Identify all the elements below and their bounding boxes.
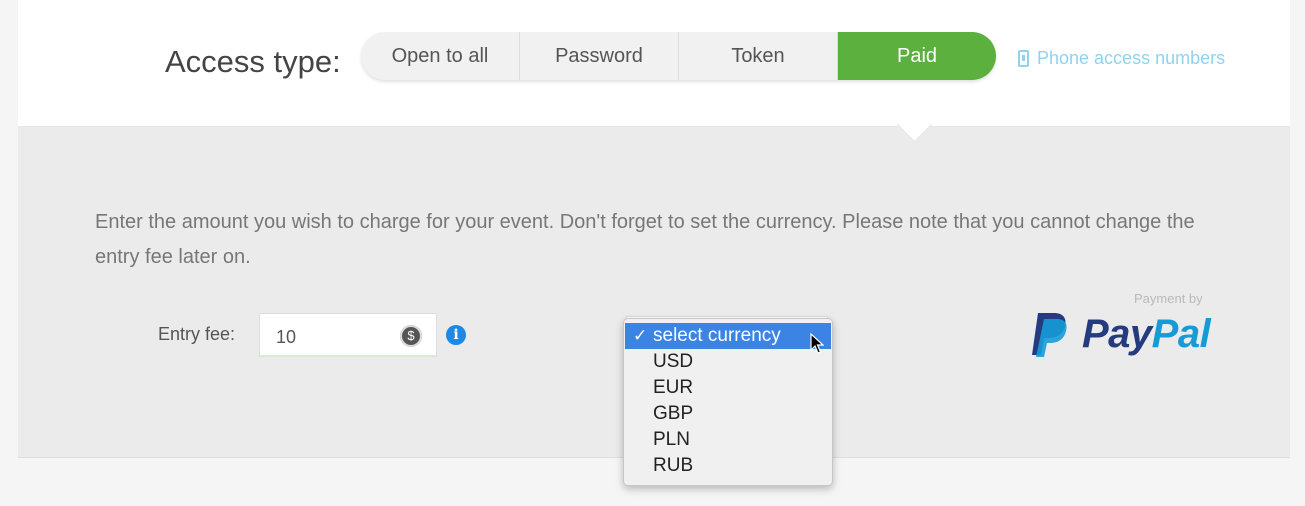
access-option-paid[interactable]: Paid: [838, 32, 996, 80]
currency-option-select[interactable]: ✓ select currency: [625, 323, 831, 349]
currency-option-label: select currency: [653, 325, 781, 346]
checkmark-icon: ✓: [633, 326, 648, 345]
currency-option-pln[interactable]: PLN: [624, 427, 832, 453]
dollar-coin-icon: $: [400, 325, 422, 347]
entry-fee-label: Entry fee:: [158, 324, 236, 344]
currency-option-rub[interactable]: RUB: [624, 453, 832, 479]
currency-option-usd[interactable]: USD: [624, 349, 832, 375]
entry-fee-description: Enter the amount you wish to charge for …: [95, 211, 1195, 268]
access-type-selector: Open to all Password Token Paid: [361, 32, 996, 80]
phone-icon: [1018, 50, 1029, 67]
payment-by-caption: Payment by: [1134, 291, 1203, 306]
info-icon[interactable]: i: [446, 325, 466, 345]
paypal-pay-text: Pay: [1082, 311, 1152, 356]
paypal-wordmark: PayPal: [1082, 311, 1211, 357]
phone-access-numbers-link[interactable]: Phone access numbers: [1018, 48, 1225, 69]
paypal-p-icon: [1030, 311, 1070, 357]
access-option-open[interactable]: Open to all: [361, 32, 520, 80]
currency-option-eur[interactable]: EUR: [624, 375, 832, 401]
access-option-token[interactable]: Token: [679, 32, 838, 80]
entry-fee-field: $: [259, 313, 437, 358]
access-type-label: Access type:: [165, 44, 341, 79]
entry-fee-input[interactable]: [260, 316, 398, 358]
currency-option-gbp[interactable]: GBP: [624, 401, 832, 427]
currency-dropdown-menu: ✓ select currency USD EUR GBP PLN RUB: [623, 318, 833, 486]
paypal-pal-text: Pal: [1151, 311, 1211, 356]
phone-access-numbers-label: Phone access numbers: [1037, 48, 1226, 68]
access-option-password[interactable]: Password: [520, 32, 679, 80]
paypal-logo: PayPal: [1030, 311, 1211, 357]
